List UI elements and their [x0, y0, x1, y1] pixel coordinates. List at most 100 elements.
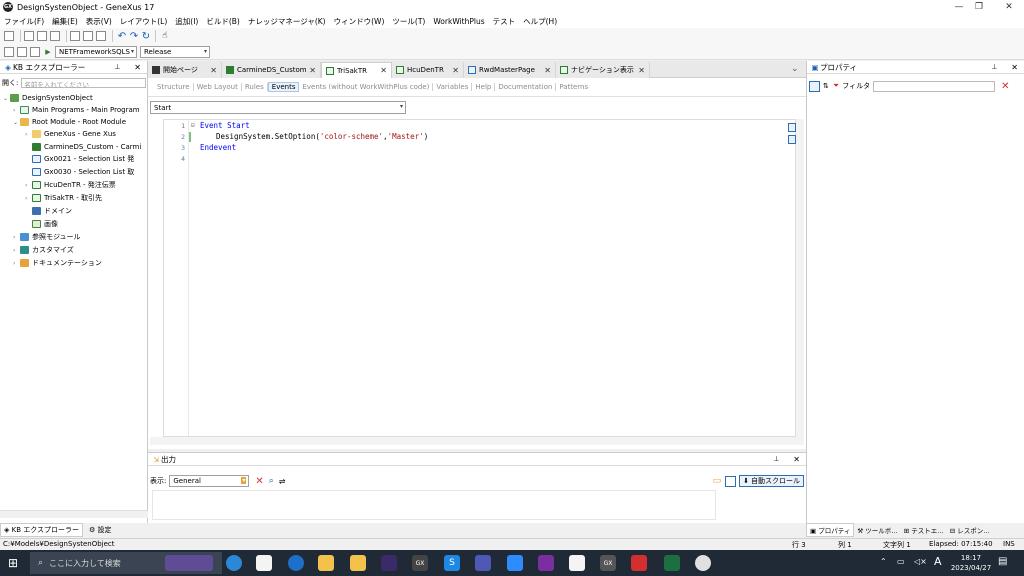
snippet-icon[interactable] — [788, 135, 796, 144]
paste-icon[interactable] — [96, 31, 106, 41]
tab-carmineds-custom[interactable]: CarmineDS_Custom ✕ — [222, 62, 321, 78]
s-app-icon[interactable]: S — [444, 555, 460, 571]
cut-icon[interactable] — [70, 31, 80, 41]
chrome-icon[interactable] — [695, 555, 711, 571]
word-wrap-icon[interactable]: ⇌ — [279, 477, 286, 486]
tree-item-reference-modules[interactable]: › 参照モジュール — [13, 231, 81, 243]
pin-icon[interactable]: ⊥ — [991, 63, 997, 71]
subtab-rules[interactable]: Rules — [242, 83, 268, 91]
undo-icon[interactable]: ↶ — [116, 31, 128, 42]
tab-preferences[interactable]: ⚙ 設定 — [86, 524, 115, 536]
event-selector-dropdown[interactable]: Start ▾ — [150, 101, 406, 114]
close-tab-icon[interactable]: ✕ — [544, 66, 551, 75]
menu-layout[interactable]: レイアウト(L) — [120, 16, 168, 27]
code-editor[interactable]: 1 2 3 4 ⊟ Event Start DesignSystem.SetOp… — [163, 119, 796, 437]
tab-test-explorer[interactable]: ⊞ テストエ… — [901, 524, 947, 536]
app-icon[interactable] — [538, 555, 554, 571]
save-output-icon[interactable] — [725, 475, 737, 487]
pin-icon[interactable]: ⊥ — [773, 455, 779, 463]
print-icon[interactable] — [50, 31, 60, 41]
file-explorer-icon[interactable] — [318, 555, 334, 571]
subtab-patterns[interactable]: Patterns — [556, 83, 591, 91]
internet-explorer-icon[interactable] — [288, 555, 304, 571]
deploy-icon[interactable] — [30, 46, 40, 57]
tree-item-images[interactable]: 画像 — [32, 218, 58, 230]
network-icon[interactable]: ▭ — [897, 557, 905, 566]
excel-icon[interactable] — [664, 555, 680, 571]
close-panel-icon[interactable]: ✕ — [134, 63, 141, 72]
tray-chevron-icon[interactable]: ⌃ — [880, 557, 887, 566]
subtab-documentation[interactable]: Documentation — [495, 83, 557, 91]
clear-icon[interactable]: ✕ — [255, 476, 263, 487]
tab-list-chevron-icon[interactable]: ⌄ — [791, 64, 799, 74]
tab-responsive[interactable]: ⊟ レスポン… — [947, 524, 993, 536]
output-source-dropdown[interactable]: General ▾ — [169, 475, 250, 487]
expand-icon[interactable]: › — [13, 247, 20, 254]
hand-pointer-icon[interactable]: ☝ — [159, 31, 171, 41]
configuration-dropdown[interactable]: Release ▾ — [140, 45, 210, 58]
tab-navigation-view[interactable]: ナビゲーション表示 ✕ — [556, 62, 650, 78]
horizontal-scrollbar[interactable] — [0, 510, 148, 518]
cortana-illustration-icon[interactable] — [165, 555, 213, 571]
expand-icon[interactable]: › — [25, 195, 32, 202]
menu-view[interactable]: 表示(V) — [86, 16, 112, 27]
run-icon[interactable]: ▶ — [43, 48, 53, 56]
menu-build[interactable]: ビルド(B) — [206, 16, 240, 27]
tab-rwdmasterpage[interactable]: RwdMasterPage ✕ — [464, 62, 556, 78]
menu-window[interactable]: ウィンドウ(W) — [334, 16, 385, 27]
close-tab-icon[interactable]: ✕ — [309, 66, 316, 75]
tree-item-documentation[interactable]: › ドキュメンテーション — [13, 257, 102, 269]
subtab-events[interactable]: Events — [267, 82, 300, 92]
output-text-area[interactable] — [152, 490, 716, 520]
expand-icon[interactable]: › — [13, 260, 20, 267]
fold-icon[interactable]: ⊟ — [191, 122, 195, 129]
folder-icon[interactable] — [350, 555, 366, 571]
copy-icon[interactable] — [83, 31, 93, 41]
horizontal-scrollbar[interactable] — [150, 437, 804, 445]
slack-icon[interactable] — [569, 555, 585, 571]
autoscroll-button[interactable]: ⬇ 自動スクロール — [739, 475, 804, 487]
tree-root[interactable]: ⌄ DesignSystenObject — [3, 92, 93, 104]
tab-toolbox[interactable]: ⚒ ツールボ… — [854, 524, 900, 536]
genexus-server-icon[interactable] — [381, 555, 397, 571]
collapse-icon[interactable]: ⌄ — [13, 119, 20, 126]
subtab-events-without-wwp[interactable]: Events (without WorkWithPlus code) — [299, 83, 434, 91]
save-all-icon[interactable] — [37, 31, 47, 41]
subtab-structure[interactable]: Structure — [154, 83, 194, 91]
notification-app-icon[interactable] — [631, 555, 647, 571]
volume-icon[interactable]: ◁× — [914, 557, 927, 566]
tree-item-hcudentr[interactable]: › HcuDenTR - 発注伝票 — [25, 179, 116, 191]
snippet-icon[interactable] — [788, 123, 796, 132]
sort-alpha-icon[interactable]: ⇅ — [823, 82, 829, 90]
close-tab-icon[interactable]: ✕ — [210, 66, 217, 75]
save-icon[interactable] — [24, 31, 34, 41]
menu-tools[interactable]: ツール(T) — [392, 16, 425, 27]
tab-kb-explorer[interactable]: ◈ KB エクスプローラー — [0, 523, 84, 537]
tab-hcudentr[interactable]: HcuDenTR ✕ — [392, 62, 464, 78]
close-tab-icon[interactable]: ✕ — [452, 66, 459, 75]
menu-test[interactable]: テスト — [493, 16, 516, 27]
tab-trisaktr[interactable]: TriSakTR ✕ — [321, 62, 392, 78]
vertical-scrollbar[interactable] — [796, 119, 804, 437]
menu-help[interactable]: ヘルプ(H) — [523, 16, 557, 27]
edge-icon[interactable] — [226, 555, 242, 571]
tab-properties[interactable]: ▣ プロパティ — [806, 523, 855, 537]
filter-input[interactable] — [873, 80, 996, 92]
rebuild-icon[interactable] — [17, 46, 27, 57]
tree-item-carmineds[interactable]: CarmineDS_Custom - Carmi — [32, 141, 141, 153]
genexus-active-icon[interactable]: GX — [600, 555, 616, 571]
refresh-icon[interactable]: ↻ — [140, 31, 152, 42]
maximize-button[interactable]: ❐ — [966, 0, 992, 14]
tree-item-main-programs[interactable]: › Main Programs - Main Program — [13, 104, 140, 116]
genexus-app-icon[interactable]: GX — [412, 555, 428, 571]
open-folder-icon[interactable]: ▭ — [713, 476, 722, 486]
find-icon[interactable]: ⌕ — [269, 476, 274, 486]
filter-icon[interactable]: ⏷ — [833, 81, 839, 91]
teams-icon[interactable] — [475, 555, 491, 571]
menu-knowledge-manager[interactable]: ナレッジマネージャ(K) — [248, 16, 326, 27]
menu-insert[interactable]: 追加(I) — [175, 16, 198, 27]
tree-item-domains[interactable]: ドメイン — [32, 205, 72, 217]
zoom-icon[interactable] — [507, 555, 523, 571]
build-icon[interactable] — [4, 46, 14, 57]
menu-workwithplus[interactable]: WorkWithPlus — [433, 17, 484, 26]
